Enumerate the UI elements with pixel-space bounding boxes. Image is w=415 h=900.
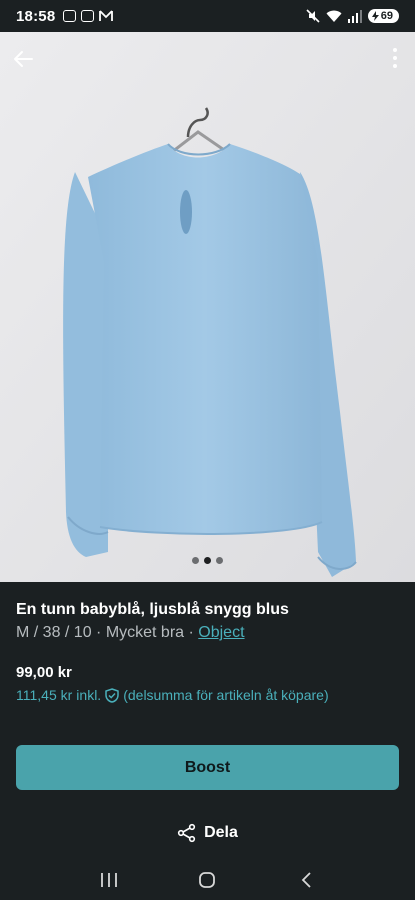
home-button[interactable] [187,864,227,896]
carousel-indicator [0,557,415,564]
price-including-protection[interactable]: 111,45 kr inkl. (delsumma för artikeln å… [16,687,399,703]
brand-link[interactable]: Object [198,624,244,641]
system-back-button[interactable] [286,864,326,896]
status-time: 18:58 [16,7,56,25]
listing-meta: M / 38 / 10 · Mycket bra · Object [16,624,399,642]
recent-apps-button[interactable] [89,864,129,896]
app-notification-icon [81,10,95,22]
total-price: 111,45 kr [16,687,73,703]
carousel-dot-active[interactable] [204,557,211,564]
gmail-icon [99,10,114,21]
more-options-button[interactable] [387,44,403,72]
more-dot [393,64,397,68]
arrow-left-icon [14,51,33,67]
price: 99,00 kr [16,664,72,681]
screenshot-icon [63,10,77,22]
battery-level: 69 [380,10,393,22]
product-image[interactable] [0,32,415,582]
listing-info: En tunn babyblå, ljusblå snygg blus M / … [0,582,415,703]
carousel-dot[interactable] [216,557,223,564]
notification-icons [63,10,114,22]
charging-icon [371,11,379,21]
incl-label: inkl. [76,687,102,703]
chevron-left-icon [301,872,311,888]
share-label: Dela [204,824,238,841]
system-nav-bar [0,860,415,900]
more-dot [393,48,397,52]
protection-text: (delsumma för artikeln åt köpare) [123,687,329,703]
share-button[interactable]: Dela [0,823,415,843]
share-icon [177,823,196,843]
carousel-dot[interactable] [192,557,199,564]
more-dot [393,56,397,60]
home-icon [199,872,216,888]
listing-attributes: M / 38 / 10 · Mycket bra · [16,624,199,641]
shield-check-icon [105,687,119,703]
boost-button[interactable]: Boost [16,745,399,790]
recent-apps-icon [101,873,118,887]
mute-icon [306,9,320,23]
status-bar: 18:58 69 [0,0,415,32]
listing-title: En tunn babyblå, ljusblå snygg blus [16,601,289,618]
battery-indicator: 69 [367,9,399,23]
back-button[interactable] [10,46,36,72]
blouse-photo [0,32,415,582]
system-icons: 69 [306,9,399,23]
signal-icon [347,9,362,23]
wifi-icon [326,10,342,22]
